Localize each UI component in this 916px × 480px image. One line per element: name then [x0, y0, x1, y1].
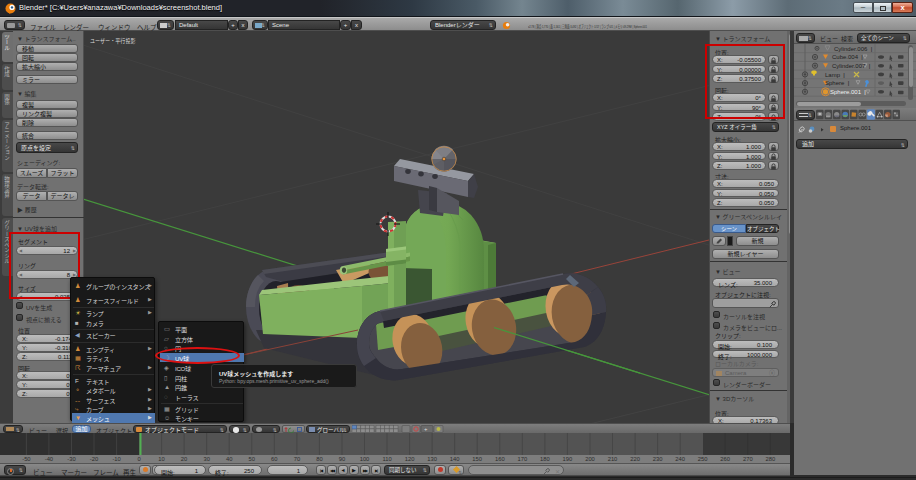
svg-text:80: 80 [316, 456, 322, 462]
svg-text:160: 160 [495, 456, 505, 462]
svg-text:20: 20 [181, 456, 187, 462]
svg-text:10: 10 [158, 456, 164, 462]
svg-text:230: 230 [653, 456, 663, 462]
svg-text:-20: -20 [90, 456, 98, 462]
svg-text:130: 130 [427, 456, 437, 462]
svg-text:180: 180 [540, 456, 550, 462]
svg-text:270: 270 [743, 456, 753, 462]
svg-text:140: 140 [450, 456, 460, 462]
svg-text:200: 200 [585, 456, 595, 462]
svg-text:90: 90 [339, 456, 345, 462]
svg-text:-40: -40 [45, 456, 53, 462]
svg-text:60: 60 [271, 456, 277, 462]
svg-text:280: 280 [765, 456, 775, 462]
svg-text:-10: -10 [112, 456, 120, 462]
svg-text:210: 210 [608, 456, 618, 462]
svg-text:-50: -50 [22, 456, 30, 462]
svg-text:240: 240 [675, 456, 685, 462]
svg-text:0: 0 [137, 456, 140, 462]
svg-text:-30: -30 [67, 456, 75, 462]
svg-text:+: + [424, 426, 428, 432]
svg-text:170: 170 [517, 456, 527, 462]
svg-text:110: 110 [382, 456, 391, 462]
svg-text:40: 40 [226, 456, 232, 462]
svg-text:190: 190 [563, 456, 573, 462]
svg-text:50: 50 [249, 456, 255, 462]
svg-text:150: 150 [472, 456, 482, 462]
svg-text:220: 220 [630, 456, 640, 462]
svg-text:70: 70 [294, 456, 300, 462]
svg-text:100: 100 [360, 456, 370, 462]
svg-text:120: 120 [405, 456, 415, 462]
svg-text:260: 260 [720, 456, 730, 462]
svg-text:30: 30 [203, 456, 209, 462]
svg-text:250: 250 [698, 456, 708, 462]
